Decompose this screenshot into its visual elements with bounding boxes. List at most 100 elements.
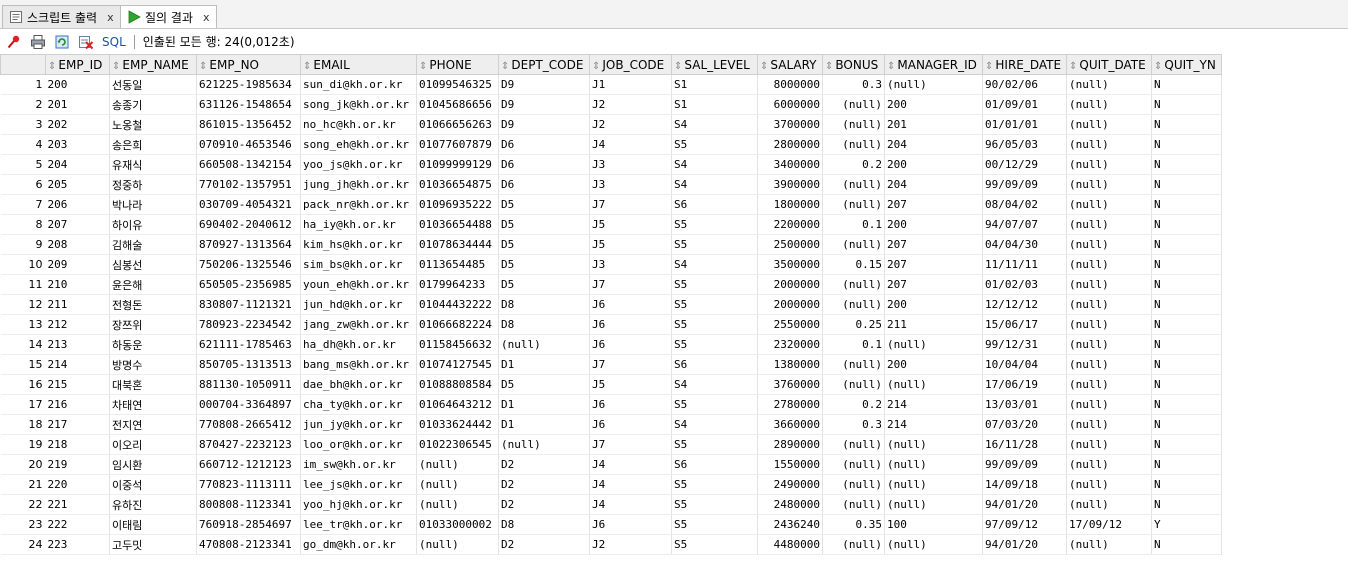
cell-manager-id[interactable]: 214 [884, 394, 983, 415]
cell-sal-level[interactable]: S4 [671, 374, 758, 395]
cell-emp-name[interactable]: 이태림 [109, 514, 197, 535]
cell-job-code[interactable]: J7 [589, 274, 672, 295]
cell-emp-name[interactable]: 박나라 [109, 194, 197, 215]
cell-quit-date[interactable]: (null) [1066, 234, 1152, 255]
cell-salary[interactable]: 2890000 [757, 434, 823, 455]
cell-phone[interactable]: 01066682224 [416, 314, 499, 335]
cell-email[interactable]: song_jk@kh.or.kr [300, 94, 417, 115]
cell-email[interactable]: cha_ty@kh.or.kr [300, 394, 417, 415]
query-result-grid[interactable]: ⇕ EMP_ID ⇕ EMP_NAME ⇕ EMP_NO ⇕ EMAIL ⇕ PHONE … [0, 54, 1348, 580]
cell-phone[interactable]: 01033000002 [416, 514, 499, 535]
cell-emp-name[interactable]: 대북혼 [109, 374, 197, 395]
cell-job-code[interactable]: J3 [589, 174, 672, 195]
cell-dept-code[interactable]: D9 [498, 114, 590, 135]
cell-quit-yn[interactable]: N [1151, 114, 1222, 135]
cell-manager-id[interactable]: 207 [884, 254, 983, 275]
cell-dept-code[interactable]: (null) [498, 434, 590, 455]
cell-quit-yn[interactable]: N [1151, 374, 1222, 395]
cell-emp-no[interactable]: 470808-2123341 [196, 534, 301, 555]
cell-phone[interactable]: 01045686656 [416, 94, 499, 115]
cell-quit-date[interactable]: (null) [1066, 474, 1152, 495]
cell-hire-date[interactable]: 90/02/06 [982, 74, 1067, 95]
cell-sal-level[interactable]: S1 [671, 74, 758, 95]
cell-emp-id[interactable]: 213 [45, 334, 110, 355]
cell-dept-code[interactable]: D6 [498, 154, 590, 175]
cell-bonus[interactable]: 0.2 [822, 394, 885, 415]
close-icon[interactable]: x [203, 11, 210, 24]
cell-job-code[interactable]: J5 [589, 214, 672, 235]
cell-manager-id[interactable]: (null) [884, 374, 983, 395]
cell-emp-id[interactable]: 216 [45, 394, 110, 415]
cell-emp-id[interactable]: 217 [45, 414, 110, 435]
cell-quit-yn[interactable]: N [1151, 254, 1222, 275]
cell-sal-level[interactable]: S4 [671, 154, 758, 175]
cell-phone[interactable]: 01099999129 [416, 154, 499, 175]
cell-email[interactable]: go_dm@kh.or.kr [300, 534, 417, 555]
cell-job-code[interactable]: J1 [589, 74, 672, 95]
cell-sal-level[interactable]: S5 [671, 134, 758, 155]
cell-salary[interactable]: 3660000 [757, 414, 823, 435]
cell-emp-id[interactable]: 222 [45, 514, 110, 535]
cell-job-code[interactable]: J4 [589, 494, 672, 515]
cell-quit-yn[interactable]: N [1151, 74, 1222, 95]
cell-quit-yn[interactable]: N [1151, 234, 1222, 255]
cell-hire-date[interactable]: 12/12/12 [982, 294, 1067, 315]
cell-emp-no[interactable]: 770823-1113111 [196, 474, 301, 495]
cell-emp-id[interactable]: 200 [45, 74, 110, 95]
cell-manager-id[interactable]: (null) [884, 494, 983, 515]
cell-email[interactable]: yoo_js@kh.or.kr [300, 154, 417, 175]
cell-quit-date[interactable]: (null) [1066, 394, 1152, 415]
cell-emp-no[interactable]: 770808-2665412 [196, 414, 301, 435]
cell-bonus[interactable]: 0.3 [822, 74, 885, 95]
column-header-emp-no[interactable]: ⇕ EMP_NO [196, 54, 301, 75]
cell-job-code[interactable]: J6 [589, 334, 672, 355]
table-row[interactable]: 8 207 하이유 690402-2040612 ha_iy@kh.or.kr 01036… [0, 214, 1222, 235]
cell-quit-yn[interactable]: N [1151, 414, 1222, 435]
cell-emp-id[interactable]: 204 [45, 154, 110, 175]
print-button[interactable] [28, 32, 48, 52]
cell-emp-id[interactable]: 205 [45, 174, 110, 195]
cell-manager-id[interactable]: 200 [884, 154, 983, 175]
cell-sal-level[interactable]: S5 [671, 234, 758, 255]
cell-emp-name[interactable]: 하이유 [109, 214, 197, 235]
cell-hire-date[interactable]: 97/09/12 [982, 514, 1067, 535]
column-header-manager-id[interactable]: ⇕ MANAGER_ID [884, 54, 983, 75]
table-row[interactable]: 21 220 이중석 770823-1113111 lee_js@kh.or.kr (nu… [0, 474, 1222, 495]
cell-quit-date[interactable]: 17/09/12 [1066, 514, 1152, 535]
cell-job-code[interactable]: J2 [589, 534, 672, 555]
cell-quit-yn[interactable]: N [1151, 474, 1222, 495]
cell-hire-date[interactable]: 07/03/20 [982, 414, 1067, 435]
column-header-quit-yn[interactable]: ⇕ QUIT_YN [1151, 54, 1222, 75]
cell-email[interactable]: jun_hd@kh.or.kr [300, 294, 417, 315]
cell-phone[interactable]: 01158456632 [416, 334, 499, 355]
cell-quit-date[interactable]: (null) [1066, 214, 1152, 235]
cell-salary[interactable]: 2800000 [757, 134, 823, 155]
cell-dept-code[interactable]: D1 [498, 394, 590, 415]
cell-hire-date[interactable]: 99/12/31 [982, 334, 1067, 355]
table-row[interactable]: 18 217 전지연 770808-2665412 jun_jy@kh.or.kr 010… [0, 414, 1222, 435]
column-header-salary[interactable]: ⇕ SALARY [757, 54, 823, 75]
cell-emp-id[interactable]: 212 [45, 314, 110, 335]
cell-manager-id[interactable]: 201 [884, 114, 983, 135]
cell-emp-name[interactable]: 선동일 [109, 74, 197, 95]
cell-phone[interactable]: (null) [416, 474, 499, 495]
cell-manager-id[interactable]: 200 [884, 354, 983, 375]
cell-salary[interactable]: 1800000 [757, 194, 823, 215]
cell-manager-id[interactable]: 100 [884, 514, 983, 535]
cell-salary[interactable]: 1380000 [757, 354, 823, 375]
table-row[interactable]: 17 216 차태연 000704-3364897 cha_ty@kh.or.kr 010… [0, 394, 1222, 415]
cell-emp-no[interactable]: 850705-1313513 [196, 354, 301, 375]
cell-salary[interactable]: 2490000 [757, 474, 823, 495]
cell-hire-date[interactable]: 16/11/28 [982, 434, 1067, 455]
table-row[interactable]: 20 219 임시환 660712-1212123 im_sw@kh.or.kr (nul… [0, 454, 1222, 475]
cell-job-code[interactable]: J6 [589, 314, 672, 335]
cell-bonus[interactable]: (null) [822, 134, 885, 155]
cell-salary[interactable]: 2200000 [757, 214, 823, 235]
cell-emp-no[interactable]: 000704-3364897 [196, 394, 301, 415]
cell-quit-yn[interactable]: N [1151, 454, 1222, 475]
cell-email[interactable]: bang_ms@kh.or.kr [300, 354, 417, 375]
cell-sal-level[interactable]: S4 [671, 414, 758, 435]
cell-dept-code[interactable]: (null) [498, 334, 590, 355]
cell-quit-yn[interactable]: N [1151, 394, 1222, 415]
cell-manager-id[interactable]: 200 [884, 94, 983, 115]
